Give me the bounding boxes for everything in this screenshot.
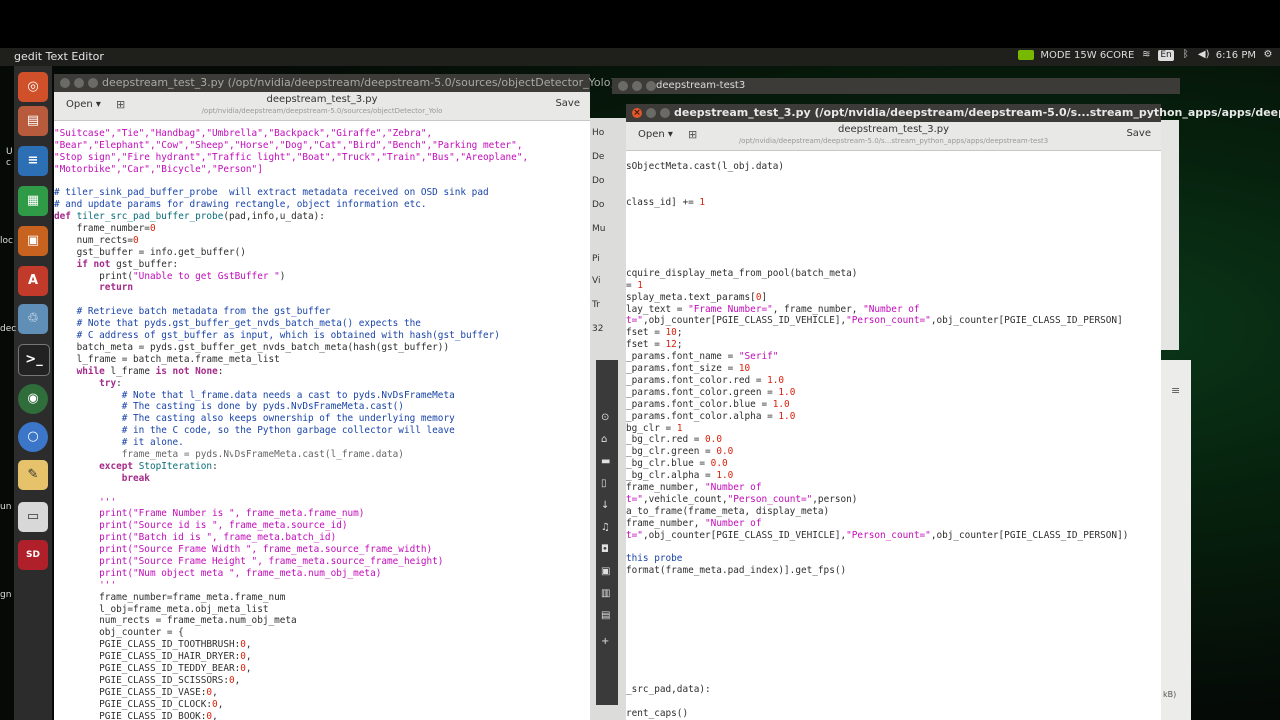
save-button[interactable]: Save xyxy=(555,98,580,109)
background-window: ≡ kB) xyxy=(1161,360,1191,720)
top-panel: gedit Text Editor MODE 15W 6CORE ≋ En ᛒ … xyxy=(0,48,1280,66)
document-path: /opt/nvidia/deepstream/deepstream-5.0/so… xyxy=(201,107,443,115)
document-icon[interactable]: ▯ xyxy=(601,478,607,489)
desktop-icon-label: gn xyxy=(0,590,12,600)
settings-gear-icon[interactable]: ⚙ xyxy=(1262,49,1274,61)
terminal-icon[interactable]: >_ xyxy=(18,344,50,376)
chromium-icon[interactable]: ○ xyxy=(18,422,48,452)
power-mode-label[interactable]: MODE 15W 6CORE xyxy=(1040,50,1134,61)
hamburger-menu-icon[interactable]: ≡ xyxy=(1171,384,1180,397)
sidebar-item[interactable]: De xyxy=(592,152,604,162)
volume-icon[interactable]: ◀) xyxy=(1198,49,1210,61)
clock[interactable]: 6:16 PM xyxy=(1216,50,1256,61)
video-icon[interactable]: ▣ xyxy=(601,566,610,577)
ubuntu-dash-icon[interactable]: ◎ xyxy=(18,72,48,102)
terminal-window-titlebar[interactable]: deepstream-test3 xyxy=(612,78,1180,94)
window-titlebar[interactable]: deepstream_test_3.py (/opt/nvidia/deepst… xyxy=(626,104,1280,122)
maximize-icon[interactable] xyxy=(660,108,670,118)
calc-icon[interactable]: ▦ xyxy=(18,186,48,216)
close-icon[interactable] xyxy=(618,81,628,91)
software-icon[interactable]: A xyxy=(18,266,48,296)
document-path: /opt/nvidia/deepstream/deepstream-5.0/s.… xyxy=(738,137,1049,145)
drive-small-icon[interactable]: ▤ xyxy=(601,610,610,621)
sidebar-item[interactable]: Vi xyxy=(592,276,600,286)
gedit-window-right: deepstream_test_3.py (/opt/nvidia/deepst… xyxy=(626,104,1280,720)
active-app-title: gedit Text Editor xyxy=(14,50,104,63)
sd-card-icon[interactable]: SD xyxy=(18,540,48,570)
home-icon[interactable]: ⌂ xyxy=(601,434,607,445)
file-size-label: kB) xyxy=(1163,690,1177,699)
music-icon[interactable]: ♫ xyxy=(601,522,610,533)
close-icon[interactable] xyxy=(632,108,642,118)
maximize-icon[interactable] xyxy=(88,78,98,88)
save-button[interactable]: Save xyxy=(1126,128,1151,139)
desktop-icon-label: loc xyxy=(0,236,13,246)
sidebar-item[interactable]: Do xyxy=(592,176,604,186)
drive-icon[interactable]: ▭ xyxy=(18,502,48,532)
wifi-icon[interactable]: ≋ xyxy=(1140,49,1152,61)
add-icon[interactable]: + xyxy=(601,636,609,647)
minimize-icon[interactable] xyxy=(74,78,84,88)
mouse-cursor-icon xyxy=(232,446,238,456)
sidebar-item[interactable]: Pi xyxy=(592,254,600,264)
unity-launcher: ◎ ▤ ≡ ▦ ▣ A ♲ >_ ◉ ○ ✎ ▭ SD xyxy=(14,66,52,720)
minimize-icon[interactable] xyxy=(646,108,656,118)
trash-files-icon[interactable]: ♲ xyxy=(18,304,48,334)
minimize-icon[interactable] xyxy=(632,81,642,91)
sidebar-item[interactable]: Do xyxy=(592,200,604,210)
keyboard-layout-badge[interactable]: En xyxy=(1158,49,1174,61)
header-bar: Open ▾ ⊞ deepstream_test_3.py /opt/nvidi… xyxy=(626,122,1161,151)
desktop-icon-label: U xyxy=(6,147,13,157)
window-titlebar[interactable]: deepstream_test_3.py (/opt/nvidia/deepst… xyxy=(54,74,654,92)
impress-icon[interactable]: ▣ xyxy=(18,226,48,256)
document-title: deepstream_test_3.py xyxy=(837,124,950,135)
files-icon[interactable]: ▤ xyxy=(18,106,48,136)
sidebar-item[interactable]: Ho xyxy=(592,128,604,138)
background-window xyxy=(1161,120,1179,350)
sidebar-item[interactable]: Tr xyxy=(592,300,600,310)
maximize-icon[interactable] xyxy=(646,81,656,91)
system-tray: MODE 15W 6CORE ≋ En ᛒ ◀) 6:16 PM ⚙ xyxy=(1018,49,1274,61)
web-browser-icon[interactable]: ◉ xyxy=(18,384,48,414)
text-editor-icon[interactable]: ✎ xyxy=(18,460,48,490)
trash-icon[interactable]: ▥ xyxy=(601,588,610,599)
help-icon[interactable]: ⊙ xyxy=(601,412,609,423)
folder-icon[interactable]: ▬ xyxy=(601,456,610,467)
sidebar-item[interactable]: 32 xyxy=(592,324,603,334)
document-title: deepstream_test_3.py xyxy=(266,94,378,105)
terminal-title: deepstream-test3 xyxy=(656,80,746,91)
writer-icon[interactable]: ≡ xyxy=(18,146,48,176)
camera-icon[interactable]: ◘ xyxy=(601,544,609,555)
dock-sidebar: ⊙ ⌂ ▬ ▯ ↓ ♫ ◘ ▣ ▥ ▤ + xyxy=(596,360,618,705)
gedit-window-left: deepstream_test_3.py (/opt/nvidia/deepst… xyxy=(54,74,654,720)
download-icon[interactable]: ↓ xyxy=(601,500,609,511)
code-editor[interactable]: "Suitcase","Tie","Handbag","Umbrella","B… xyxy=(54,116,590,720)
nvidia-icon[interactable] xyxy=(1018,50,1035,60)
desktop-icon-label: c xyxy=(6,158,11,168)
code-editor[interactable]: sObjectMeta.cast(l_obj.data) class_id] +… xyxy=(626,149,1161,720)
sidebar-item[interactable]: Mu xyxy=(592,224,605,234)
bluetooth-icon[interactable]: ᛒ xyxy=(1180,49,1192,61)
window-title: deepstream_test_3.py (/opt/nvidia/deepst… xyxy=(102,76,654,89)
window-title: deepstream_test_3.py (/opt/nvidia/deepst… xyxy=(674,106,1280,119)
desktop-icon-label: un xyxy=(0,502,12,512)
close-icon[interactable] xyxy=(60,78,70,88)
desktop-icon-label: dec xyxy=(0,324,17,334)
